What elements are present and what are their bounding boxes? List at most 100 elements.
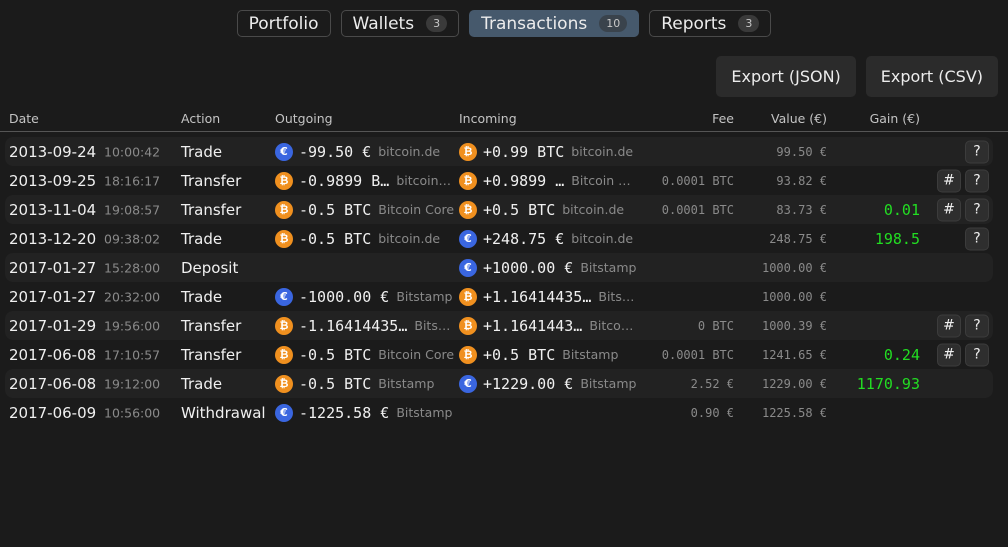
time: 15:28:00 [104, 260, 161, 275]
help-button[interactable]: ? [965, 140, 989, 163]
table-row[interactable]: 2013-09-24 10:00:42 Trade € -99.50 € bitcoin.… [5, 137, 993, 166]
column-header-outgoing[interactable]: Outgoing [275, 111, 333, 126]
row-actions: #? [937, 314, 989, 337]
bitcoin-coin-icon: ₿ [459, 171, 477, 190]
row-actions: #? [937, 343, 989, 366]
outgoing-wallet[interactable]: Bitstamp [396, 405, 452, 420]
table-row[interactable]: 2017-01-27 15:28:00 Deposit € +1000.00 € Bits… [5, 253, 993, 282]
hash-button[interactable]: # [937, 198, 961, 221]
outgoing-wallet[interactable]: Bitcoin Core [378, 347, 454, 362]
value: 1000.00 € [761, 260, 827, 275]
tab-transactions[interactable]: Transactions 10 [469, 10, 640, 37]
outgoing-wallet[interactable]: Bitstamp [378, 376, 434, 391]
time: 18:16:17 [104, 173, 161, 188]
export-json-button[interactable]: Export (JSON) [716, 56, 856, 97]
table-body: 2013-09-24 10:00:42 Trade € -99.50 € bitcoin.… [0, 137, 1008, 427]
outgoing-amount: -99.50 € [299, 142, 372, 161]
row-actions: ? [965, 227, 989, 250]
tab-label: Wallets [352, 13, 415, 34]
outgoing-amount: -0.5 BTC [299, 345, 372, 364]
bitcoin-coin-icon: ₿ [459, 316, 477, 335]
outgoing-amount: -0.5 BTC [299, 374, 372, 393]
action-type: Transfer [181, 171, 242, 190]
column-header-value[interactable]: Value (€) [771, 111, 827, 126]
table-row[interactable]: 2013-11-04 19:08:57 Transfer ₿ -0.5 BTC Bitco… [5, 195, 993, 224]
fee: 0.0001 BTC [661, 173, 734, 188]
help-button[interactable]: ? [965, 198, 989, 221]
incoming-wallet[interactable]: bitcoin.de [571, 144, 633, 159]
question-icon: ? [973, 317, 981, 334]
incoming-cell: ₿ +0.5 BTC bitcoin.de [459, 200, 624, 219]
table-row[interactable]: 2013-09-25 18:16:17 Transfer ₿ -0.9899 B… bit… [5, 166, 993, 195]
incoming-wallet[interactable]: Bitco… [589, 318, 633, 333]
time: 10:00:42 [104, 144, 161, 159]
hash-icon: # [943, 346, 955, 363]
time: 10:56:00 [104, 405, 161, 420]
table-row[interactable]: 2017-06-08 17:10:57 Transfer ₿ -0.5 BTC Bitco… [5, 340, 993, 369]
table-row[interactable]: 2017-06-09 10:56:00 Withdrawal € -1225.58 € B… [5, 398, 993, 427]
fee: 0.90 € [690, 405, 734, 420]
value: 1225.58 € [761, 405, 827, 420]
tab-reports[interactable]: Reports 3 [649, 10, 772, 37]
tab-portfolio[interactable]: Portfolio [236, 10, 331, 37]
help-button[interactable]: ? [965, 343, 989, 366]
incoming-wallet[interactable]: Bitstamp [562, 347, 618, 362]
incoming-wallet[interactable]: Bitstamp [580, 376, 636, 391]
hash-button[interactable]: # [937, 169, 961, 192]
outgoing-wallet[interactable]: bitcoin.de [378, 144, 440, 159]
help-button[interactable]: ? [965, 227, 989, 250]
incoming-cell: € +1000.00 € Bitstamp [459, 258, 636, 277]
outgoing-wallet[interactable]: bitcoin.de [378, 231, 440, 246]
outgoing-cell: € -1225.58 € Bitstamp [275, 403, 452, 422]
help-button[interactable]: ? [965, 314, 989, 337]
transactions-table: Date Action Outgoing Incoming Fee Value … [0, 108, 1008, 427]
incoming-cell: ₿ +1.16414435… Bits… [459, 287, 634, 306]
date: 2017-06-08 [9, 374, 97, 393]
incoming-wallet[interactable]: bitcoin.de [562, 202, 624, 217]
action-type: Trade [181, 229, 223, 248]
outgoing-cell: ₿ -0.5 BTC Bitcoin Core [275, 345, 454, 364]
gain: 1170.93 [856, 374, 920, 393]
column-header-incoming[interactable]: Incoming [459, 111, 517, 126]
table-row[interactable]: 2017-01-29 19:56:00 Transfer ₿ -1.16414435… B… [5, 311, 993, 340]
incoming-wallet[interactable]: Bits… [598, 289, 634, 304]
incoming-wallet[interactable]: bitcoin.de [571, 231, 633, 246]
hash-icon: # [943, 172, 955, 189]
action-type: Trade [181, 287, 223, 306]
action-type: Transfer [181, 345, 242, 364]
gain: 198.5 [874, 229, 920, 248]
date: 2013-09-24 [9, 142, 97, 161]
toolbar: Export (JSON) Export (CSV) [716, 56, 998, 97]
table-row[interactable]: 2017-01-27 20:32:00 Trade € -1000.00 € Bitsta… [5, 282, 993, 311]
column-header-gain[interactable]: Gain (€) [870, 111, 920, 126]
euro-coin-icon: € [459, 258, 477, 277]
tab-wallets[interactable]: Wallets 3 [340, 10, 460, 37]
time: 20:32:00 [104, 289, 161, 304]
time: 17:10:57 [104, 347, 161, 362]
outgoing-wallet[interactable]: Bits… [414, 318, 450, 333]
export-csv-button[interactable]: Export (CSV) [865, 56, 998, 97]
incoming-amount: +0.99 BTC [483, 142, 565, 161]
column-header-date[interactable]: Date [9, 111, 39, 126]
row-actions: #? [937, 198, 989, 221]
incoming-cell: ₿ +0.9899 … Bitcoin … [459, 171, 631, 190]
outgoing-wallet[interactable]: Bitstamp [396, 289, 452, 304]
table-row[interactable]: 2017-06-08 19:12:00 Trade ₿ -0.5 BTC Bitstamp… [5, 369, 993, 398]
action-type: Deposit [181, 258, 239, 277]
euro-coin-icon: € [459, 374, 477, 393]
bitcoin-coin-icon: ₿ [275, 171, 293, 190]
outgoing-wallet[interactable]: Bitcoin Core [378, 202, 454, 217]
hash-button[interactable]: # [937, 343, 961, 366]
incoming-wallet[interactable]: Bitstamp [580, 260, 636, 275]
question-icon: ? [973, 201, 981, 218]
incoming-wallet[interactable]: Bitcoin … [571, 173, 630, 188]
gain: 0.24 [883, 345, 920, 364]
time: 19:08:57 [104, 202, 161, 217]
value: 1000.00 € [761, 289, 827, 304]
column-header-fee[interactable]: Fee [712, 111, 734, 126]
table-row[interactable]: 2013-12-20 09:38:02 Trade ₿ -0.5 BTC bitcoin.… [5, 224, 993, 253]
column-header-action[interactable]: Action [181, 111, 220, 126]
outgoing-wallet[interactable]: bitcoin… [396, 173, 451, 188]
help-button[interactable]: ? [965, 169, 989, 192]
hash-button[interactable]: # [937, 314, 961, 337]
